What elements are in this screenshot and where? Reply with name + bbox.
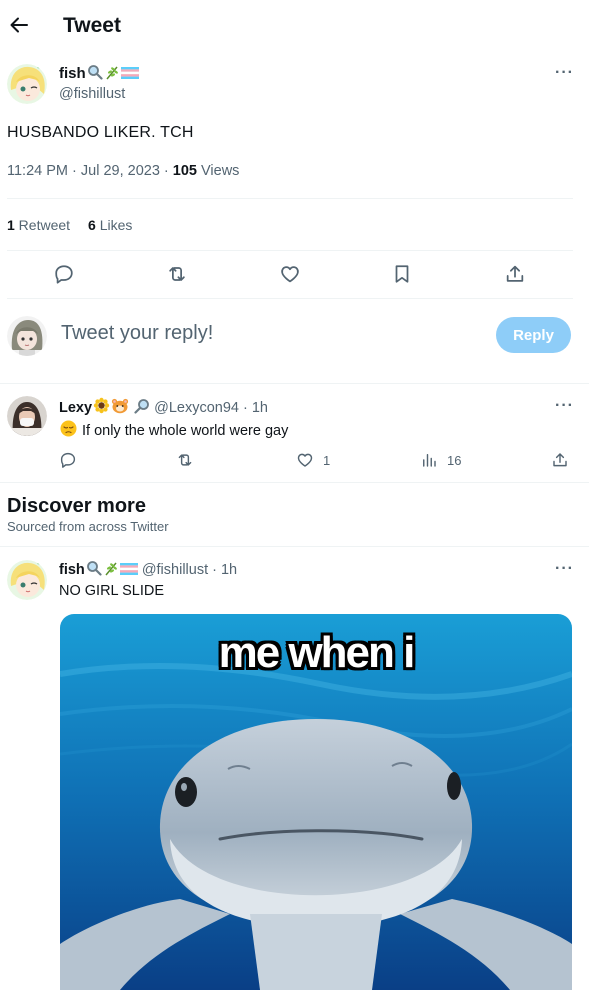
divider xyxy=(0,383,589,384)
bookmark-button[interactable] xyxy=(391,263,415,287)
share-icon xyxy=(506,265,524,282)
reply-share-button[interactable] xyxy=(551,451,569,469)
more-options-icon[interactable]: ··· xyxy=(555,560,574,578)
tweet-text: HUSBANDO LIKER. TCH xyxy=(7,124,194,141)
page-title: Tweet xyxy=(63,14,121,37)
bookmark-icon xyxy=(395,265,409,283)
retweets-count: 1 xyxy=(7,217,15,233)
divider xyxy=(7,250,573,251)
reply-icon xyxy=(55,265,73,284)
divider xyxy=(7,198,573,199)
share-icon xyxy=(553,453,567,467)
retweets-stat[interactable]: 1 Retweet xyxy=(7,217,70,233)
tweet-media-image[interactable]: me when i xyxy=(60,614,572,990)
tweet-timestamp[interactable]: 11:24 PM · Jul 29, 2023 · xyxy=(7,163,173,179)
views-label: Views xyxy=(196,163,240,179)
retweet-icon xyxy=(178,454,192,466)
author-display-name[interactable]: fish xyxy=(59,65,86,82)
views-count: 105 xyxy=(172,163,197,179)
pensive-emoji xyxy=(60,420,77,441)
reply-like-button[interactable]: 1 xyxy=(296,451,330,469)
suggested-author-handle[interactable]: @fishillust · 1h xyxy=(142,562,237,578)
suggested-author-avatar[interactable] xyxy=(7,560,47,600)
tweet-stats: 1 Retweet 6 Likes xyxy=(7,217,132,233)
reply-author-avatar[interactable] xyxy=(7,396,47,436)
tweet-meta: 11:24 PM · Jul 29, 2023 · 105 Views xyxy=(7,163,239,179)
discover-title: Discover more xyxy=(7,495,146,517)
reply-views-count: 16 xyxy=(447,452,462,468)
magnifier-emoji xyxy=(87,64,103,85)
reply-like-count: 1 xyxy=(323,452,331,468)
like-icon xyxy=(281,266,299,283)
reply-text-row: If only the whole world were gay xyxy=(59,420,288,441)
likes-count: 6 xyxy=(88,217,96,233)
more-options-icon[interactable]: ··· xyxy=(555,397,574,415)
magnifier-emoji xyxy=(134,398,150,418)
sunflower-emoji xyxy=(93,397,110,418)
likes-label: Likes xyxy=(95,217,133,233)
trans-flag-emoji xyxy=(119,562,138,580)
reply-retweet-button[interactable] xyxy=(176,451,194,469)
reply-input[interactable] xyxy=(61,322,461,345)
discover-subtitle: Sourced from across Twitter xyxy=(7,519,169,534)
magnifier-emoji xyxy=(86,560,102,580)
retweet-icon xyxy=(169,267,185,281)
current-user-avatar xyxy=(7,316,47,356)
retweets-label: Retweet xyxy=(14,217,71,233)
reply-reply-button[interactable] xyxy=(59,451,77,469)
more-options-icon[interactable]: ··· xyxy=(555,64,574,82)
reply-author-display-name[interactable]: Lexy xyxy=(59,400,92,416)
share-button[interactable] xyxy=(504,263,528,287)
reply-author-row[interactable]: Lexy @Lexycon94 · 1h xyxy=(59,397,268,418)
suggested-author-row[interactable]: fish @fishillust · 1h xyxy=(59,560,237,580)
author-avatar[interactable] xyxy=(7,64,47,104)
divider xyxy=(0,546,589,547)
back-arrow-icon[interactable] xyxy=(8,14,30,36)
author-handle[interactable]: @fishillust xyxy=(59,86,125,102)
herb-emoji xyxy=(104,64,120,85)
author-name-row[interactable]: fish xyxy=(59,64,139,85)
reply-author-handle[interactable]: @Lexycon94 · 1h xyxy=(154,400,268,416)
reply-submit-button[interactable]: Reply xyxy=(496,317,571,353)
like-icon xyxy=(297,453,313,467)
views-icon xyxy=(423,454,436,467)
reply-button[interactable] xyxy=(53,263,77,287)
reply-views-button[interactable]: 16 xyxy=(420,451,461,469)
retweet-button[interactable] xyxy=(166,263,190,287)
divider xyxy=(0,482,589,483)
top-bar: Tweet xyxy=(0,0,589,52)
suggested-author-display-name[interactable]: fish xyxy=(59,562,85,578)
reply-icon xyxy=(60,452,76,468)
trans-flag-emoji xyxy=(120,66,139,85)
like-button[interactable] xyxy=(279,263,303,287)
suggested-tweet-text: NO GIRL SLIDE xyxy=(59,583,165,599)
reply-text: If only the whole world were gay xyxy=(82,423,289,439)
herb-emoji xyxy=(103,560,119,580)
hamster-emoji xyxy=(111,397,129,418)
meme-caption: me when i xyxy=(218,628,416,677)
divider xyxy=(7,298,573,299)
likes-stat[interactable]: 6 Likes xyxy=(88,217,132,233)
